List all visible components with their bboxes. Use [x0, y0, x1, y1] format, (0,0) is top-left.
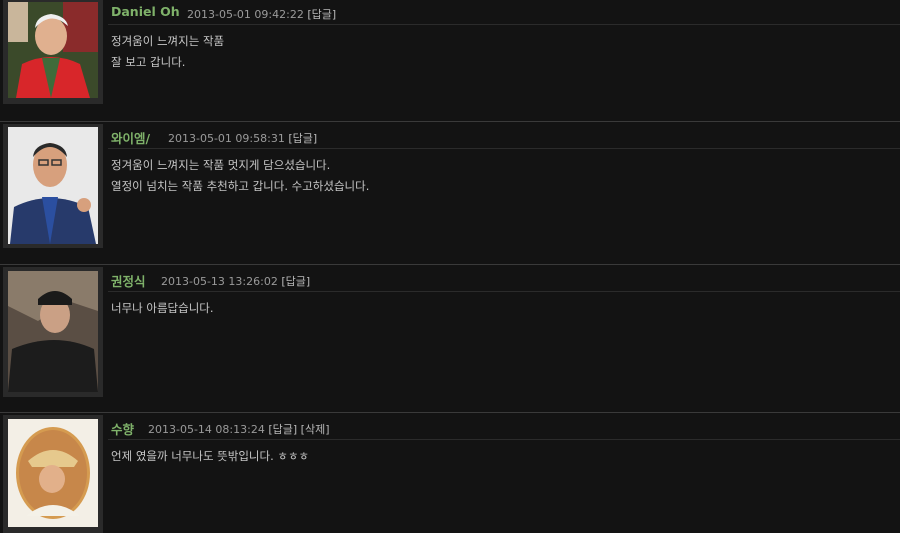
reply-link[interactable]: [답글] — [268, 423, 297, 436]
divider — [0, 412, 900, 413]
avatar-frame — [3, 0, 103, 104]
comment-item: 와이엠/ 2013-05-01 09:58:31 [답글] 정겨움이 느껴지는 … — [0, 124, 900, 264]
avatar[interactable] — [8, 127, 98, 244]
comment-header: 와이엠/ 2013-05-01 09:58:31 [답글] — [108, 124, 900, 149]
comment-body: 언제 였을까 너무나도 뜻밖입니다. ㅎㅎㅎ — [111, 446, 309, 467]
avatar[interactable] — [8, 419, 98, 527]
delete-link[interactable]: [삭제] — [301, 423, 330, 436]
author-name[interactable]: Daniel Oh — [111, 4, 180, 19]
comment-meta: 2013-05-13 13:26:02 [답글] — [161, 273, 310, 289]
reply-link[interactable]: [답글] — [307, 8, 336, 21]
comment-line: 언제 였을까 너무나도 뜻밖입니다. ㅎㅎㅎ — [111, 449, 310, 463]
comment-meta: 2013-05-01 09:42:22 [답글] — [187, 6, 336, 22]
comment-line: 정겨움이 느껴지는 작품 — [111, 34, 225, 48]
avatar-frame — [3, 124, 103, 248]
timestamp: 2013-05-13 13:26:02 — [161, 275, 278, 288]
avatar-frame — [3, 267, 103, 397]
reply-link[interactable]: [답글] — [288, 132, 317, 145]
avatar[interactable] — [8, 2, 98, 98]
timestamp: 2013-05-01 09:42:22 — [187, 8, 304, 21]
comment-body: 너무나 아름답습니다. — [111, 298, 214, 319]
author-name[interactable]: 권정식 — [111, 271, 146, 290]
timestamp: 2013-05-14 08:13:24 — [148, 423, 265, 436]
comment-meta: 2013-05-01 09:58:31 [답글] — [168, 130, 317, 146]
divider — [0, 121, 900, 122]
comment-line: 너무나 아름답습니다. — [111, 301, 214, 315]
comment-body: 정겨움이 느껴지는 작품 멋지게 담으셨습니다. 열정이 넘치는 작품 추천하고… — [111, 155, 369, 197]
avatar-frame — [3, 415, 103, 533]
comment-header: Daniel Oh 2013-05-01 09:42:22 [답글] — [108, 0, 900, 25]
comment-line: 열정이 넘치는 작품 추천하고 갑니다. 수고하셨습니다. — [111, 179, 370, 193]
comment-header: 수향 2013-05-14 08:13:24 [답글] [삭제] — [108, 415, 900, 440]
author-name[interactable]: 수향 — [111, 419, 134, 438]
comment-body: 정겨움이 느껴지는 작품 잘 보고 갑니다. — [111, 31, 224, 73]
divider — [0, 264, 900, 265]
comment-header: 권정식 2013-05-13 13:26:02 [답글] — [108, 267, 900, 292]
comment-item: Daniel Oh 2013-05-01 09:42:22 [답글] 정겨움이 … — [0, 0, 900, 118]
comment-line: 잘 보고 갑니다. — [111, 55, 186, 69]
avatar[interactable] — [8, 271, 98, 392]
comment-meta: 2013-05-14 08:13:24 [답글] [삭제] — [148, 421, 329, 437]
author-name[interactable]: 와이엠/ — [111, 128, 150, 147]
timestamp: 2013-05-01 09:58:31 — [168, 132, 285, 145]
comment-line: 정겨움이 느껴지는 작품 멋지게 담으셨습니다. — [111, 158, 331, 172]
reply-link[interactable]: [답글] — [281, 275, 310, 288]
comment-item: 권정식 2013-05-13 13:26:02 [답글] 너무나 아름답습니다. — [0, 267, 900, 410]
comment-item: 수향 2013-05-14 08:13:24 [답글] [삭제] 언제 였을까 … — [0, 415, 900, 533]
